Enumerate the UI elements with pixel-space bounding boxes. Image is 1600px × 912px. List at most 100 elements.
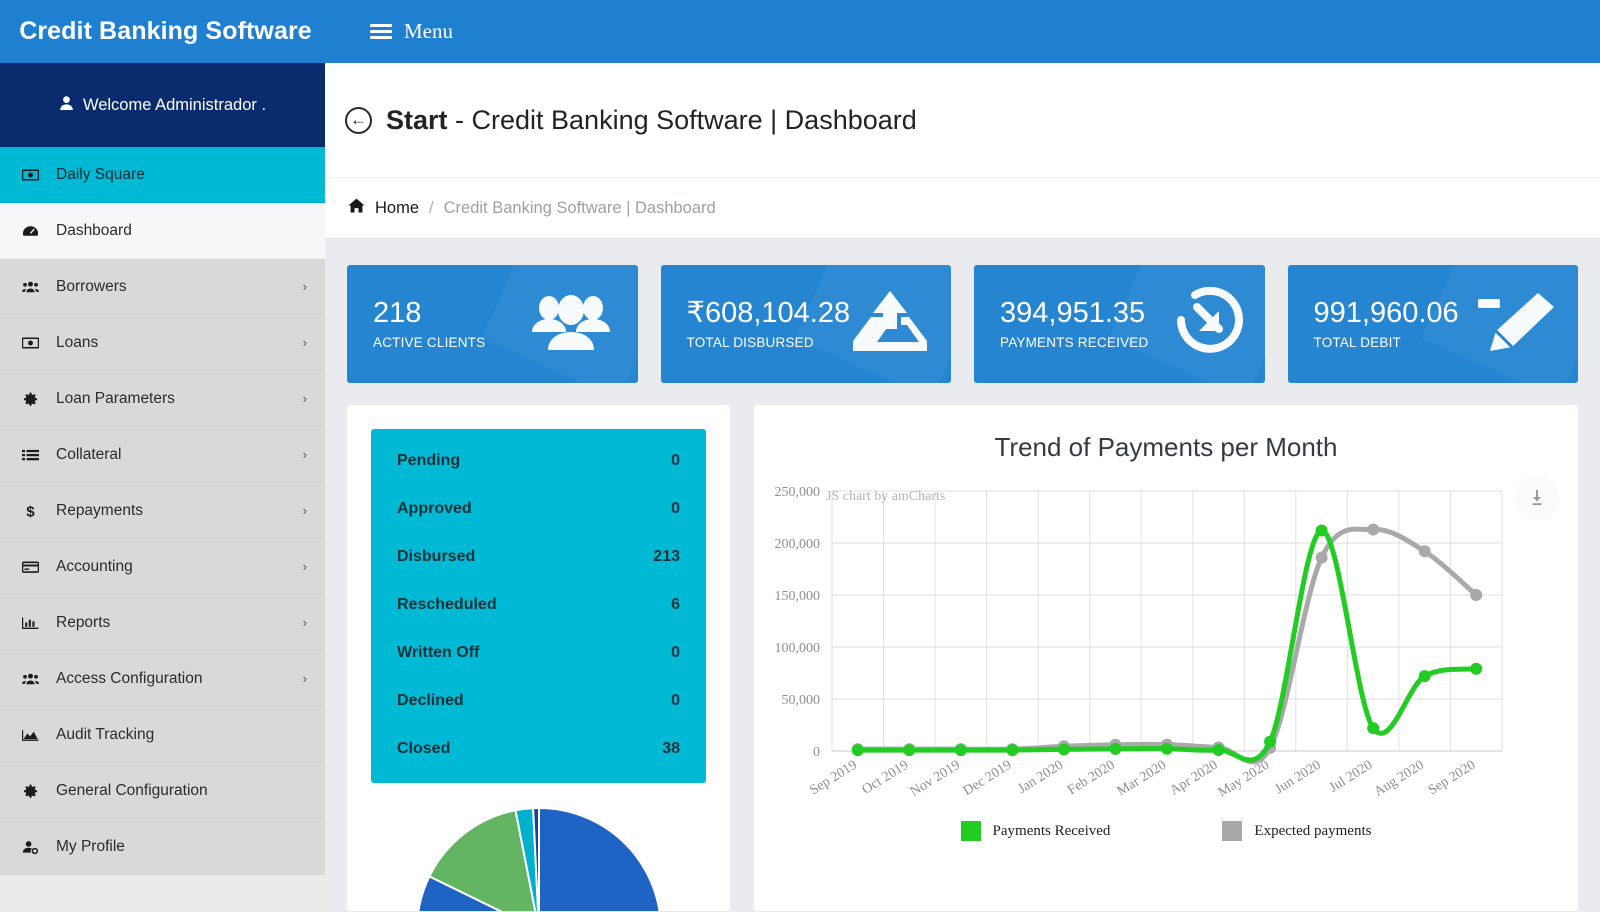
legend-label: Expected payments	[1254, 822, 1372, 839]
sidebar-item-loan-parameters[interactable]: Loan Parameters ›	[0, 371, 325, 427]
loan-status-pie-chart[interactable]	[414, 805, 664, 911]
svg-text:$: $	[26, 503, 35, 518]
chart-data-point[interactable]	[1057, 743, 1070, 756]
chart-data-point[interactable]	[1418, 545, 1431, 558]
status-row: Written Off 0	[397, 629, 680, 677]
status-value: 6	[671, 596, 680, 613]
status-value: 0	[671, 500, 680, 517]
chart-data-point[interactable]	[1470, 662, 1483, 675]
status-value: 0	[671, 452, 680, 469]
page-title-bold: Start	[386, 104, 448, 135]
stat-card-label: PAYMENTS RECEIVED	[1000, 334, 1149, 350]
stat-card-label: TOTAL DEBIT	[1313, 334, 1401, 350]
chart-data-point[interactable]	[954, 744, 967, 757]
sidebar-item-label: Borrowers	[56, 277, 127, 295]
legend-item[interactable]: Payments Received	[960, 821, 1110, 841]
sidebar-item-accounting[interactable]: Accounting ›	[0, 539, 325, 595]
chart-x-tick-label: Sep 2019	[807, 758, 859, 799]
chart-x-tick-label: Oct 2019	[860, 758, 912, 798]
dashboard-page: Credit Banking Software Menu Welcome Adm…	[0, 0, 1600, 912]
stat-card-value: ₹608,104.28	[686, 297, 851, 330]
download-icon[interactable]	[1516, 477, 1558, 519]
status-row: Rescheduled 6	[397, 581, 680, 629]
chart-x-tick-label: Sep 2020	[1426, 758, 1478, 799]
sidebar-item-reports[interactable]: Reports ›	[0, 595, 325, 651]
status-label: Approved	[397, 500, 472, 517]
legend-item[interactable]: Expected payments	[1222, 821, 1371, 841]
money-bill-icon	[22, 335, 56, 351]
status-label: Closed	[397, 740, 451, 757]
gear-icon	[22, 391, 56, 407]
chart-data-point[interactable]	[1418, 670, 1431, 683]
sidebar-item-label: Dashboard	[56, 221, 132, 239]
chart-data-point[interactable]	[1109, 742, 1122, 755]
chart-x-tick-label: Jun 2020	[1273, 758, 1324, 798]
gear-icon	[22, 783, 56, 799]
chart-data-point[interactable]	[1264, 735, 1277, 748]
sidebar-item-audit-tracking[interactable]: Audit Tracking	[0, 707, 325, 763]
stat-card-active-clients[interactable]: 218 ACTIVE CLIENTS	[347, 265, 638, 383]
chart-data-point[interactable]	[1315, 551, 1328, 564]
chart-data-point[interactable]	[1212, 744, 1225, 756]
status-row: Closed 38	[397, 725, 680, 773]
back-arrow-icon[interactable]: ←	[345, 106, 372, 134]
chart-data-point[interactable]	[1367, 722, 1380, 735]
chart-data-point[interactable]	[1367, 523, 1380, 536]
chart-data-point[interactable]	[851, 744, 864, 757]
chart-title: Trend of Payments per Month	[994, 432, 1338, 462]
stat-card-total-disbursed[interactable]: ₹608,104.28 TOTAL DISBURSED	[660, 265, 951, 383]
chart-data-point[interactable]	[903, 744, 916, 757]
welcome-banner: Welcome Administrador .	[0, 63, 325, 147]
chart-data-point[interactable]	[1006, 744, 1019, 757]
chevron-right-icon: ›	[302, 279, 307, 294]
breadcrumb-current: Credit Banking Software | Dashboard	[443, 198, 716, 217]
app-brand-title: Credit Banking Software	[19, 17, 312, 45]
stat-card-text: ₹608,104.28 TOTAL DISBURSED	[686, 297, 851, 350]
arrow-into-circle-icon	[1173, 286, 1243, 362]
breadcrumb-home-link[interactable]: Home	[375, 199, 419, 218]
chart-x-tick-label: Apr 2020	[1167, 758, 1220, 799]
stat-card-value: 218	[373, 297, 422, 330]
sidebar-item-dashboard[interactable]: Dashboard	[0, 203, 325, 259]
chart-x-tick-label: Aug 2020	[1372, 758, 1427, 800]
stat-card-total-debit[interactable]: 991,960.06 TOTAL DEBIT	[1287, 265, 1578, 383]
sidebar-item-repayments[interactable]: $ Repayments ›	[0, 483, 325, 539]
dollar-icon: $	[22, 503, 56, 518]
stat-card-value: 991,960.06	[1313, 297, 1459, 330]
hamburger-icon	[370, 24, 392, 39]
menu-toggle-button[interactable]: Menu	[370, 19, 453, 44]
upload-inbox-icon	[851, 290, 929, 358]
loan-status-pie-wrapper	[371, 805, 706, 911]
sidebar-item-my-profile[interactable]: My Profile	[0, 819, 325, 875]
status-label: Rescheduled	[397, 596, 497, 613]
chart-y-tick-label: 200,000	[775, 537, 821, 552]
chart-credit-label: JS chart by amCharts	[826, 489, 946, 504]
sidebar-item-label: Collateral	[56, 445, 122, 463]
chart-data-point[interactable]	[1161, 742, 1173, 755]
status-row: Disbursed 213	[397, 533, 680, 581]
sidebar: Welcome Administrador . Daily Square Dash…	[0, 63, 325, 912]
chart-data-point[interactable]	[1315, 524, 1328, 537]
sidebar-item-borrowers[interactable]: Borrowers ›	[0, 259, 325, 315]
content-area: 218 ACTIVE CLIENTS ₹608,104.28 TOTAL DISBUR…	[325, 239, 1600, 911]
sidebar-item-daily-square[interactable]: Daily Square	[0, 147, 325, 203]
sidebar-item-label: General Configuration	[56, 781, 208, 799]
chart-x-tick-label: Dec 2019	[961, 758, 1015, 799]
sidebar-item-label: Reports	[56, 613, 111, 631]
users-group-icon	[526, 292, 616, 357]
chart-x-tick-label: Nov 2019	[908, 758, 963, 800]
chart-data-point[interactable]	[1470, 589, 1483, 601]
page-header: ← Start - Credit Banking Software | Dash…	[325, 63, 1600, 178]
chart-y-tick-label: 0	[813, 745, 820, 760]
menu-toggle-label: Menu	[404, 19, 453, 43]
stat-card-label: TOTAL DISBURSED	[686, 334, 814, 350]
sidebar-item-general-configuration[interactable]: General Configuration	[0, 763, 325, 819]
sidebar-item-access-configuration[interactable]: Access Configuration ›	[0, 651, 325, 707]
money-bill-icon	[22, 167, 56, 183]
payments-trend-chart[interactable]: 0 50,000 100,000 150,000 200,000 250,000 Sep 2…	[754, 463, 1578, 863]
sidebar-item-label: My Profile	[56, 837, 125, 855]
sidebar-item-collateral[interactable]: Collateral ›	[0, 427, 325, 483]
sidebar-item-loans[interactable]: Loans ›	[0, 315, 325, 371]
stat-card-payments-received[interactable]: 394,951.35 PAYMENTS RECEIVED	[974, 265, 1265, 383]
chevron-right-icon: ›	[302, 335, 307, 350]
